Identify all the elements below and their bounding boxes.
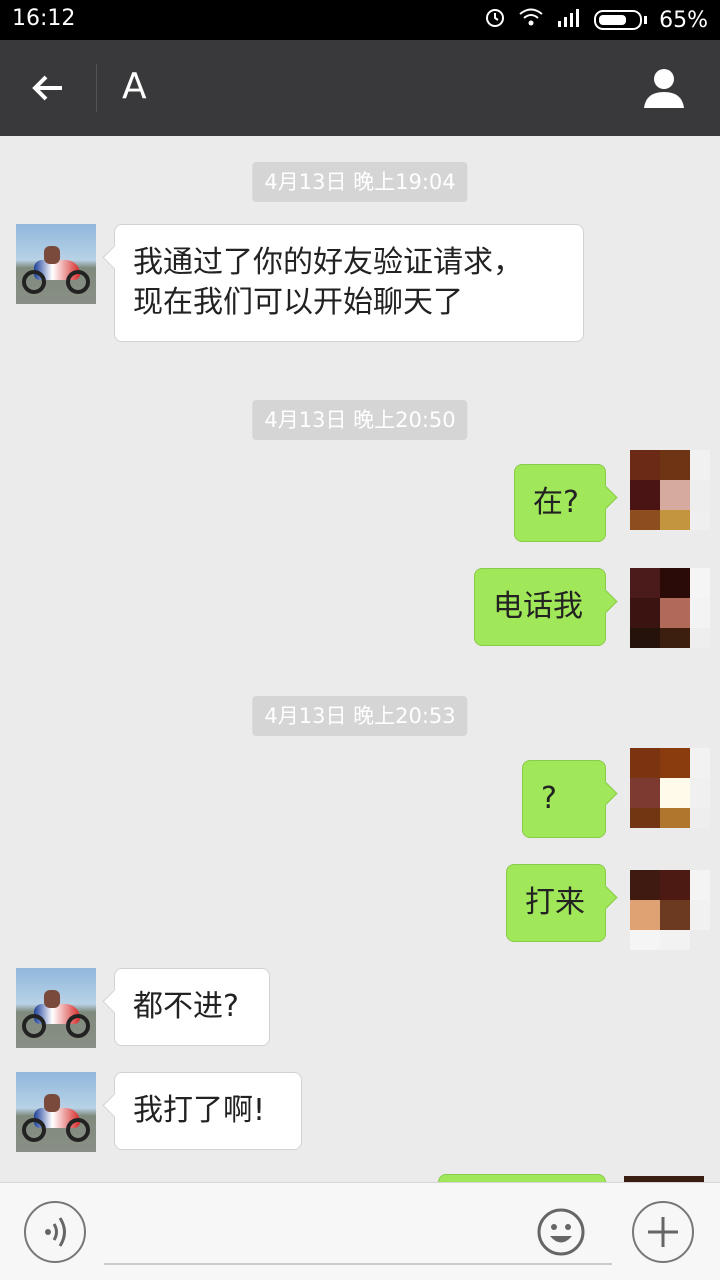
emoji-icon bbox=[537, 1208, 585, 1256]
user-avatar[interactable] bbox=[630, 450, 710, 530]
avatar-wheel bbox=[22, 270, 46, 294]
sent-message-bubble[interactable]: ? bbox=[522, 760, 606, 838]
contact-avatar[interactable] bbox=[16, 1072, 96, 1152]
message-text: 电话我 bbox=[493, 589, 583, 624]
alarm-icon bbox=[484, 6, 506, 34]
plus-icon bbox=[648, 1217, 678, 1247]
sent-message-bubble[interactable]: 在? bbox=[514, 464, 606, 542]
message-line: 我通过了你的好友验证请求， bbox=[133, 245, 523, 280]
sent-message-bubble[interactable]: 打来 bbox=[506, 864, 606, 942]
message-text: ? bbox=[541, 781, 557, 816]
person-icon bbox=[644, 69, 684, 108]
avatar-wheel bbox=[22, 1118, 46, 1142]
message-input[interactable] bbox=[104, 1263, 612, 1265]
timestamp: 4月13日 晚上19:04 bbox=[252, 162, 468, 202]
received-message-bubble[interactable]: 我通过了你的好友验证请求， 现在我们可以开始聊天了 bbox=[114, 224, 584, 342]
contact-avatar[interactable] bbox=[16, 224, 96, 304]
message-text: 我打了啊! bbox=[133, 1093, 266, 1128]
profile-button[interactable] bbox=[642, 66, 686, 110]
chat-area[interactable]: 4月13日 晚上19:04 我通过了你的好友验证请求， 现在我们可以开始聊天了 … bbox=[0, 136, 720, 1182]
wifi-icon bbox=[518, 7, 544, 33]
message-text: 打来 bbox=[525, 885, 585, 920]
chat-header: A bbox=[0, 40, 720, 136]
battery-icon bbox=[594, 10, 643, 30]
avatar-rider bbox=[44, 990, 60, 1008]
avatar-wheel bbox=[66, 1118, 90, 1142]
message-line: 现在我们可以开始聊天了 bbox=[133, 285, 463, 320]
message-text: 都不进? bbox=[133, 989, 239, 1024]
timestamp: 4月13日 晚上20:53 bbox=[252, 696, 468, 736]
header-divider bbox=[96, 64, 97, 112]
signal-icon bbox=[556, 7, 582, 33]
status-time: 16:12 bbox=[12, 6, 76, 31]
sent-message-bubble[interactable]: 电话我 bbox=[474, 568, 606, 646]
user-avatar[interactable] bbox=[630, 870, 710, 950]
voice-icon bbox=[45, 1217, 66, 1247]
contact-avatar[interactable] bbox=[16, 968, 96, 1048]
chat-title: A bbox=[122, 66, 147, 107]
sent-message-bubble-partial[interactable] bbox=[438, 1174, 606, 1182]
user-avatar[interactable] bbox=[630, 748, 710, 828]
timestamp: 4月13日 晚上20:50 bbox=[252, 400, 468, 440]
emoji-button[interactable] bbox=[536, 1207, 586, 1257]
more-button[interactable] bbox=[632, 1201, 694, 1263]
avatar-wheel bbox=[66, 270, 90, 294]
back-button[interactable] bbox=[28, 68, 68, 108]
user-avatar[interactable] bbox=[630, 568, 710, 648]
battery-percent: 65% bbox=[659, 7, 708, 33]
received-message-bubble[interactable]: 我打了啊! bbox=[114, 1072, 302, 1150]
input-bar bbox=[0, 1182, 720, 1280]
avatar-rider bbox=[44, 246, 60, 264]
status-icons: 65% bbox=[484, 6, 708, 34]
status-bar: 16:12 65% bbox=[0, 0, 720, 40]
received-message-bubble[interactable]: 都不进? bbox=[114, 968, 270, 1046]
arrow-left-icon bbox=[32, 75, 62, 101]
voice-button[interactable] bbox=[24, 1201, 86, 1263]
avatar-rider bbox=[44, 1094, 60, 1112]
avatar-wheel bbox=[22, 1014, 46, 1038]
message-text: 在? bbox=[533, 485, 579, 520]
avatar-wheel bbox=[66, 1014, 90, 1038]
battery-tip bbox=[644, 16, 648, 24]
